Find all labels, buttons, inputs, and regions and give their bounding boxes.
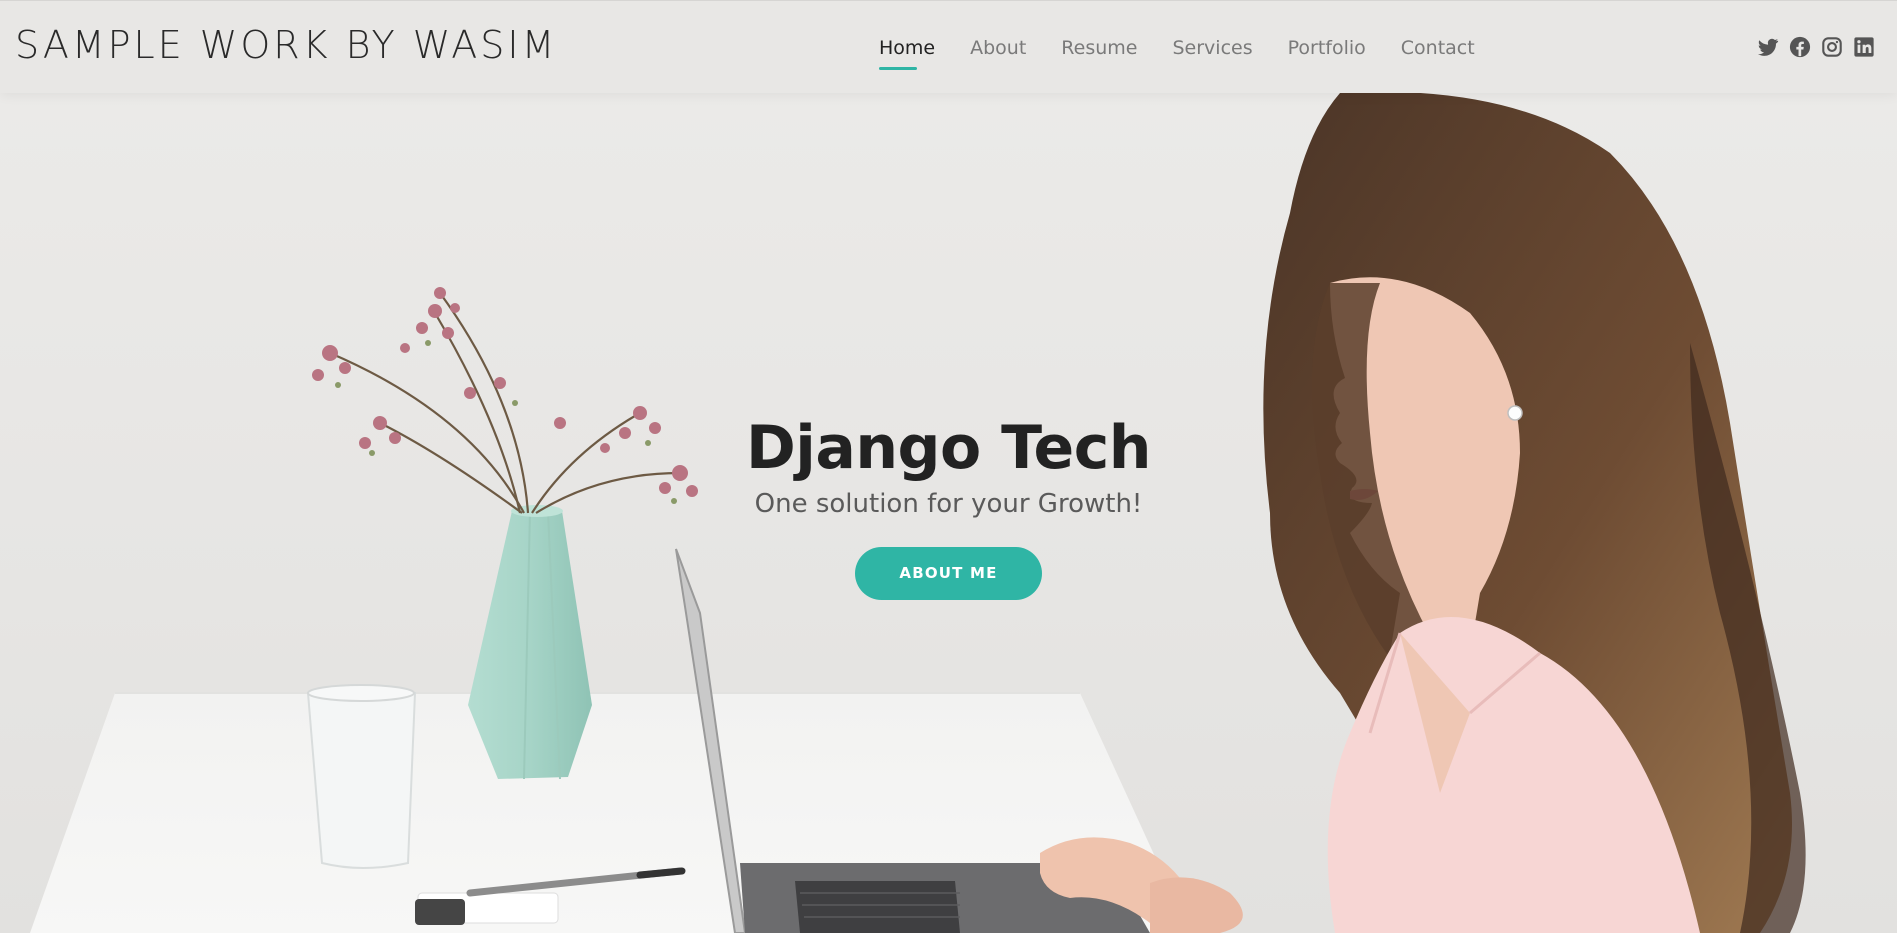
nav-item-portfolio[interactable]: Portfolio [1288,37,1366,59]
hero-section: Django Tech One solution for your Growth… [0,93,1897,933]
site-header: SAMPLE WORK BY WASIM Home About Resume S… [0,0,1897,93]
about-me-button[interactable]: ABOUT ME [855,547,1042,600]
facebook-icon[interactable] [1789,36,1811,58]
linkedin-icon[interactable] [1853,36,1875,58]
hero-title: Django Tech [745,413,1152,483]
instagram-icon[interactable] [1821,36,1843,58]
nav-item-home[interactable]: Home [879,37,935,70]
main-nav: Home About Resume Services Portfolio Con… [879,37,1510,70]
nav-item-contact[interactable]: Contact [1401,37,1475,59]
social-links [1757,36,1875,58]
nav-item-resume[interactable]: Resume [1061,37,1137,59]
twitter-icon[interactable] [1757,36,1779,58]
hero-subtitle: One solution for your Growth! [754,489,1143,519]
nav-item-about[interactable]: About [970,37,1026,59]
site-logo-text[interactable]: SAMPLE WORK BY WASIM [15,23,557,67]
nav-item-services[interactable]: Services [1172,37,1252,59]
hero-content: Django Tech One solution for your Growth… [0,413,1897,600]
